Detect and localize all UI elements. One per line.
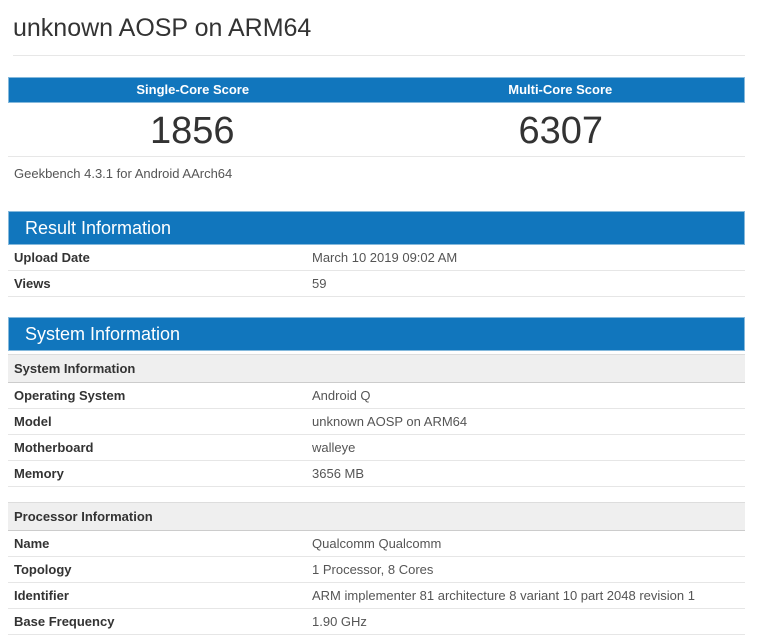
row-value: ARM implementer 81 architecture 8 varian… xyxy=(312,588,695,603)
table-row-topology: Topology 1 Processor, 8 Cores xyxy=(8,557,745,583)
row-label: Model xyxy=(14,414,52,429)
row-value: 3656 MB xyxy=(312,466,365,481)
row-label: Operating System xyxy=(14,388,126,403)
row-value: Android Q xyxy=(312,388,371,403)
table-row-views: Views 59 xyxy=(8,271,745,297)
table-row-memory: Memory 3656 MB xyxy=(8,461,745,487)
row-label: Identifier xyxy=(14,588,69,603)
system-information-subheader: System Information xyxy=(8,354,745,383)
row-value: 1 Processor, 8 Cores xyxy=(312,562,434,577)
geekbench-result-page: unknown AOSP on ARM64 Single-Core Score … xyxy=(0,0,760,640)
score-banner: Single-Core Score Multi-Core Score xyxy=(8,77,745,103)
table-row-upload-date: Upload Date March 10 2019 09:02 AM xyxy=(8,245,745,271)
single-core-score-header: Single-Core Score xyxy=(136,82,250,97)
processor-information-subheader: Processor Information xyxy=(8,502,745,531)
table-row-processor-name: Name Qualcomm Qualcomm xyxy=(8,531,745,557)
page-title: unknown AOSP on ARM64 xyxy=(13,14,745,56)
row-label: Motherboard xyxy=(14,440,94,455)
table-row-model: Model unknown AOSP on ARM64 xyxy=(8,409,745,435)
geekbench-version-caption: Geekbench 4.3.1 for Android AArch64 xyxy=(14,166,233,181)
row-value: unknown AOSP on ARM64 xyxy=(312,414,468,429)
row-label: Views xyxy=(14,276,51,291)
system-information-header: System Information xyxy=(8,317,745,351)
multi-core-score-value: 6307 xyxy=(518,110,604,152)
table-row-base-frequency: Base Frequency 1.90 GHz xyxy=(8,609,745,635)
row-label: Base Frequency xyxy=(14,614,115,629)
row-value: 1.90 GHz xyxy=(312,614,367,629)
row-label: Topology xyxy=(14,562,72,577)
row-value: 59 xyxy=(312,276,327,291)
table-row-identifier: Identifier ARM implementer 81 architectu… xyxy=(8,583,745,609)
row-value: walleye xyxy=(312,440,356,455)
row-value: March 10 2019 09:02 AM xyxy=(312,250,458,265)
table-row-motherboard: Motherboard walleye xyxy=(8,435,745,461)
result-information-header: Result Information xyxy=(8,211,745,245)
row-value: Qualcomm Qualcomm xyxy=(312,536,442,551)
row-label: Upload Date xyxy=(14,250,90,265)
multi-core-score-header: Multi-Core Score xyxy=(508,82,613,97)
row-label: Name xyxy=(14,536,50,551)
row-label: Memory xyxy=(14,466,64,481)
score-values: 1856 6307 xyxy=(8,103,745,157)
single-core-score-value: 1856 xyxy=(149,110,235,152)
table-row-operating-system: Operating System Android Q xyxy=(8,383,745,409)
